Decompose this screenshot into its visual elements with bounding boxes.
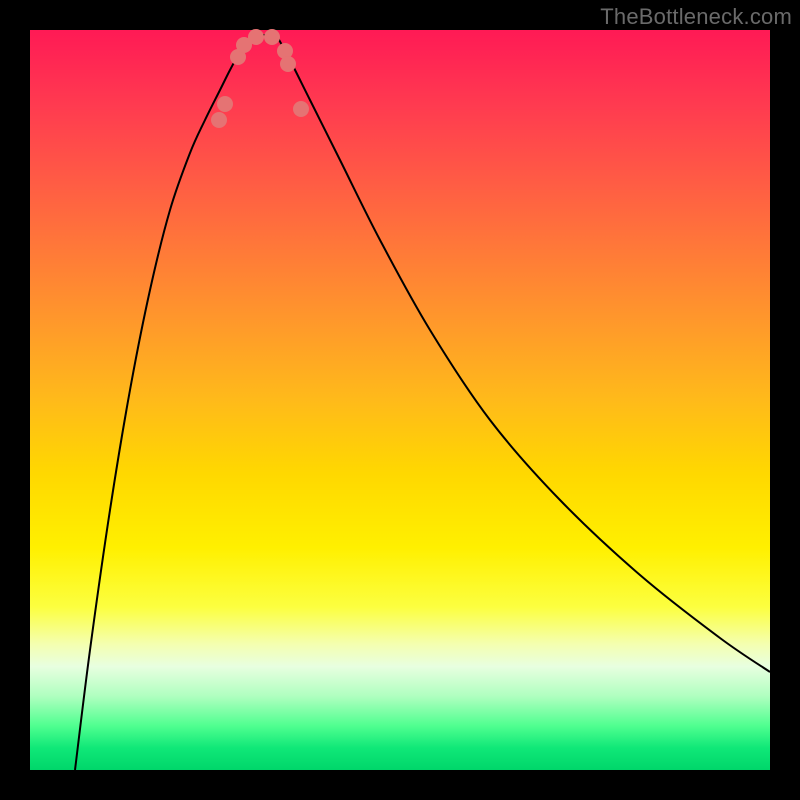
- marker-dot: [248, 29, 264, 45]
- marker-dot: [217, 96, 233, 112]
- chart-svg-overlay: [30, 30, 770, 770]
- curve-series-group: [75, 35, 770, 770]
- marker-dot: [211, 112, 227, 128]
- watermark-text: TheBottleneck.com: [600, 4, 792, 30]
- marker-dot: [293, 101, 309, 117]
- marker-dot: [280, 56, 296, 72]
- marker-dot: [264, 29, 280, 45]
- curve-right-branch: [278, 38, 770, 672]
- curve-left-branch: [75, 38, 250, 770]
